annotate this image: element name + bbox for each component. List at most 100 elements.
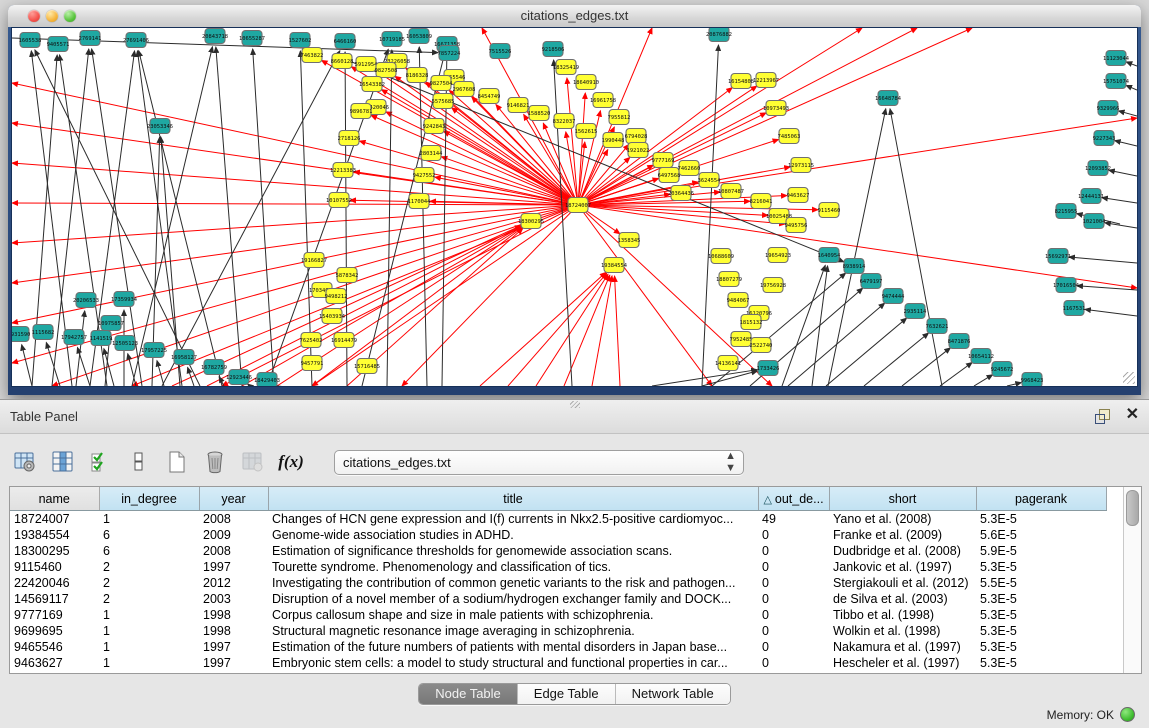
table-row[interactable]: 1938455462009Genome-wide association stu…	[10, 527, 1106, 543]
graph-node[interactable]: 7485063	[778, 129, 801, 144]
table-row[interactable]: 2242004622012Investigating the contribut…	[10, 575, 1106, 591]
graph-node[interactable]: 12213967	[753, 73, 779, 88]
graph-node[interactable]: 18300295	[518, 214, 544, 229]
col-header-title[interactable]: title	[268, 487, 758, 511]
graph-node[interactable]: 7857224	[438, 46, 461, 61]
table-row[interactable]: 1830029562008Estimation of significance …	[10, 543, 1106, 559]
graph-node[interactable]: 9498212	[325, 289, 348, 304]
node-table-grid[interactable]: namein_degreeyeartitle△out_de...shortpag…	[10, 487, 1107, 671]
table-row[interactable]: 946362711997Embryonic stem cells: a mode…	[10, 655, 1106, 671]
graph-node[interactable]: 16053809	[406, 29, 432, 44]
graph-node[interactable]: 8186328	[406, 68, 429, 83]
graph-node[interactable]: 5575685	[432, 94, 455, 109]
graph-node[interactable]: 1527602	[289, 33, 312, 48]
graph-node[interactable]: 9405571	[47, 37, 70, 52]
graph-node[interactable]: 10975857	[98, 316, 124, 331]
graph-node[interactable]: 18640910	[573, 75, 599, 90]
graph-node[interactable]: 1021004	[1083, 214, 1106, 229]
graph-node[interactable]: 17942757	[61, 330, 87, 345]
graph-node[interactable]: 18429403	[254, 373, 280, 387]
graph-node[interactable]: 7462660	[678, 161, 701, 176]
close-panel-icon[interactable]: ✕	[1126, 406, 1139, 424]
graph-node[interactable]: 7625402	[300, 333, 323, 348]
new-document-icon[interactable]	[164, 449, 190, 475]
graph-node[interactable]: 10655287	[239, 31, 265, 46]
graph-node[interactable]: 1141519	[90, 331, 113, 346]
graph-node[interactable]: 20843718	[202, 29, 228, 44]
graph-node[interactable]: 17957225	[141, 343, 167, 358]
graph-node[interactable]: 5878342	[336, 268, 359, 283]
graph-node[interactable]: 9329966	[1097, 101, 1120, 116]
graph-node[interactable]: 1588520	[528, 106, 551, 121]
graph-node[interactable]: 12213383	[330, 163, 356, 178]
graph-node[interactable]: 9227343	[1093, 131, 1116, 146]
graph-node[interactable]: 2718126	[338, 131, 361, 146]
select-checks-icon[interactable]	[88, 449, 114, 475]
table-column-icon[interactable]	[50, 449, 76, 475]
graph-node[interactable]: 12505123	[112, 336, 138, 351]
graph-node[interactable]: 9968423	[1021, 373, 1044, 387]
table-source-dropdown[interactable]: citations_edges.txt ▲▼	[334, 450, 744, 475]
graph-node[interactable]: 9495756	[785, 218, 808, 233]
graph-node[interactable]: 19166827	[301, 253, 327, 268]
column-boxes-icon[interactable]	[126, 449, 152, 475]
graph-node[interactable]: 8471876	[948, 334, 971, 349]
graph-node[interactable]: 9896781	[350, 104, 373, 119]
graph-node[interactable]: 10973493	[763, 101, 789, 116]
table-scrollbar[interactable]	[1123, 487, 1141, 673]
trash-icon[interactable]	[202, 449, 228, 475]
graph-node[interactable]: 9242843	[423, 119, 446, 134]
graph-node[interactable]: 18325419	[553, 60, 579, 75]
graph-node[interactable]: 15692971	[1045, 249, 1071, 264]
graph-node[interactable]: 16914479	[331, 333, 357, 348]
graph-node[interactable]: 16958127	[171, 350, 197, 365]
graph-node[interactable]: 19654923	[765, 248, 791, 263]
graph-node[interactable]: 16648784	[875, 91, 901, 106]
graph-node[interactable]: 1115682	[32, 325, 55, 340]
graph-node[interactable]: 9427552	[413, 168, 436, 183]
graph-node[interactable]: 16543382	[359, 77, 385, 92]
table-row[interactable]: 977716911998Corpus callosum shape and si…	[10, 607, 1106, 623]
graph-node[interactable]: 9457791	[301, 356, 324, 371]
network-canvas[interactable]: 1605538940557127691412769140620843718106…	[12, 28, 1137, 386]
graph-node[interactable]: 6794028	[625, 129, 648, 144]
graph-node[interactable]: 7515526	[489, 44, 512, 59]
graph-node[interactable]: 12973115	[788, 158, 814, 173]
graph-node[interactable]: 9245672	[991, 362, 1014, 377]
tab-edge-table[interactable]: Edge Table	[518, 684, 616, 704]
splitter-grip[interactable]	[570, 401, 580, 408]
graph-node[interactable]: 14136141	[715, 356, 741, 371]
graph-node[interactable]: 9474444	[882, 289, 905, 304]
graph-node[interactable]: 3931590	[12, 327, 30, 342]
graph-node[interactable]: 8660128	[331, 54, 354, 69]
graph-node[interactable]: 1170044	[408, 194, 431, 209]
graph-node[interactable]: 15751074	[1103, 74, 1129, 89]
graph-node[interactable]: 9218506	[542, 42, 565, 57]
graph-node[interactable]: 2522740	[750, 338, 773, 353]
graph-node[interactable]: 9777169	[652, 153, 675, 168]
graph-node[interactable]: 8454749	[478, 89, 501, 104]
graph-node[interactable]: 15716485	[354, 359, 380, 374]
col-header-in_degree[interactable]: in_degree	[99, 487, 199, 511]
graph-node[interactable]: 1733426	[757, 361, 780, 376]
graph-node[interactable]: 12444131	[1078, 189, 1104, 204]
graph-node[interactable]: 9463627	[787, 188, 810, 203]
graph-node[interactable]: 9827508	[375, 63, 398, 78]
graph-node[interactable]: 15403934	[319, 309, 345, 324]
tab-node-table[interactable]: Node Table	[419, 684, 518, 704]
graph-node[interactable]: 16154808	[728, 74, 754, 89]
graph-node[interactable]: 17359934	[111, 292, 137, 307]
graph-node[interactable]: 12923446	[226, 370, 252, 385]
table-row[interactable]: 1872400712008Changes of HCN gene express…	[10, 511, 1106, 528]
graph-node[interactable]: 27691406	[123, 33, 149, 48]
graph-node[interactable]: 7955812	[608, 110, 631, 125]
graph-node[interactable]: 19756928	[760, 278, 786, 293]
graph-node[interactable]: 1640954	[818, 248, 841, 263]
graph-node[interactable]: 9827504	[430, 76, 453, 91]
function-icon[interactable]: f(x)	[278, 449, 304, 475]
graph-node[interactable]: 1605538	[19, 33, 42, 48]
graph-node[interactable]: 1815132	[740, 315, 763, 330]
graph-node[interactable]: 20876882	[706, 28, 732, 42]
graph-node[interactable]: 16961758	[590, 93, 616, 108]
table-row[interactable]: 946554611997Estimation of the future num…	[10, 639, 1106, 655]
